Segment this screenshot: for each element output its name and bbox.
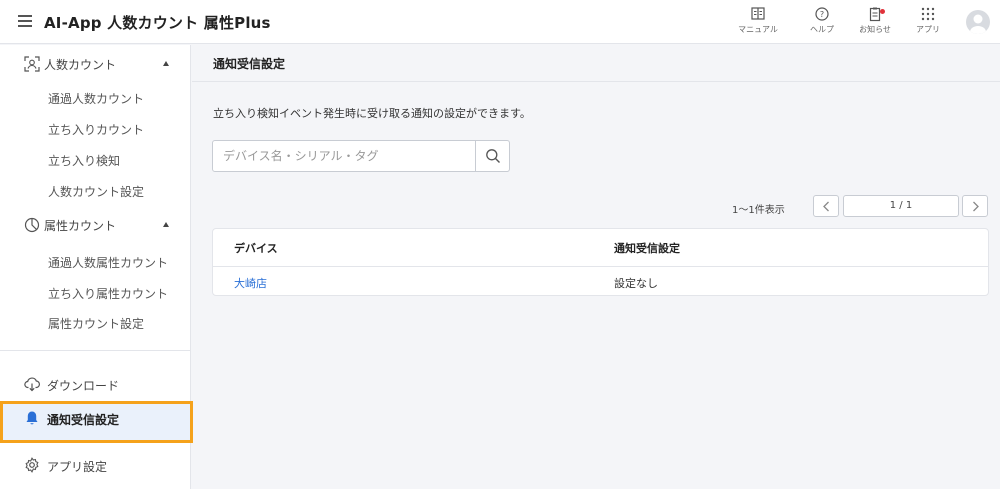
chevron-left-icon: [823, 201, 829, 212]
sidebar-item-app-settings[interactable]: アプリ設定: [0, 448, 191, 482]
attribute-count-icon: [24, 217, 40, 233]
chevron-right-icon: [973, 201, 979, 212]
user-avatar[interactable]: [966, 10, 990, 34]
pager-info: 1〜1件表示: [732, 205, 785, 216]
sidebar-section-label: 属性カウント: [44, 218, 117, 233]
sidebar-item-label: アプリ設定: [47, 460, 108, 474]
sidebar-item-notification-settings[interactable]: 通知受信設定: [0, 401, 193, 443]
search-input[interactable]: [213, 141, 475, 171]
bell-icon: [26, 411, 38, 425]
sidebar-section-label: 人数カウント: [44, 57, 117, 72]
sidebar-item-pass-attribute-count[interactable]: 通過人数属性カウント: [48, 254, 168, 271]
hamburger-menu-icon[interactable]: [18, 15, 32, 27]
people-count-icon: [24, 56, 40, 72]
grid-icon: [921, 7, 935, 21]
sidebar-section-people-count[interactable]: 人数カウント: [0, 47, 191, 81]
user-icon: [970, 14, 986, 34]
svg-text:?: ?: [820, 10, 824, 19]
sidebar-item-attribute-count-settings[interactable]: 属性カウント設定: [48, 315, 144, 332]
prev-page-button[interactable]: [813, 195, 839, 217]
help-label: ヘルプ: [810, 25, 834, 34]
sidebar-item-entry-attribute-count[interactable]: 立ち入り属性カウント: [48, 285, 168, 302]
sidebar-divider: [0, 350, 191, 351]
sidebar-item-label: 通知受信設定: [47, 413, 120, 427]
search-box: [212, 140, 510, 172]
sidebar-item-entry-detection[interactable]: 立ち入り検知: [48, 152, 120, 169]
device-table: デバイス 通知受信設定 大崎店 設定なし: [212, 228, 989, 296]
apps-button[interactable]: アプリ: [903, 6, 953, 40]
notification-dot: [880, 9, 885, 14]
sidebar-item-people-count-settings[interactable]: 人数カウント設定: [48, 183, 144, 200]
sidebar-item-entry-count[interactable]: 立ち入りカウント: [48, 121, 144, 138]
manual-button[interactable]: マニュアル: [733, 6, 783, 40]
sidebar-item-label: ダウンロード: [47, 379, 120, 393]
main-content: 通知受信設定 立ち入り検知イベント発生時に受け取る通知の設定ができます。 1〜1…: [192, 45, 1000, 489]
search-button[interactable]: [475, 141, 509, 171]
title-divider: [192, 81, 1000, 82]
table-header-notification-setting: 通知受信設定: [614, 242, 680, 255]
apps-label: アプリ: [916, 25, 940, 34]
caret-up-icon[interactable]: [163, 61, 169, 66]
help-button[interactable]: ? ヘルプ: [797, 6, 847, 40]
help-circle-icon: ?: [815, 7, 829, 21]
app-header: AI-App 人数カウント 属性Plus マニュアル ? ヘルプ お知らせ アプ…: [0, 0, 1000, 44]
sidebar-item-download[interactable]: ダウンロード: [0, 367, 191, 401]
sidebar-section-attribute-count[interactable]: 属性カウント: [0, 208, 191, 242]
gear-icon: [25, 457, 39, 473]
table-cell-device-link[interactable]: 大崎店: [234, 275, 267, 291]
news-button[interactable]: お知らせ: [850, 6, 900, 40]
sidebar-item-pass-count[interactable]: 通過人数カウント: [48, 90, 144, 107]
next-page-button[interactable]: [962, 195, 988, 217]
app-title: AI-App 人数カウント 属性Plus: [44, 14, 271, 32]
table-cell-notification-setting: 設定なし: [614, 277, 658, 290]
manual-label: マニュアル: [738, 25, 778, 34]
sidebar: 人数カウント 通過人数カウント 立ち入りカウント 立ち入り検知 人数カウント設定…: [0, 45, 193, 489]
page-field[interactable]: 1 / 1: [843, 195, 959, 217]
page-description: 立ち入り検知イベント発生時に受け取る通知の設定ができます。: [213, 107, 531, 120]
search-icon: [486, 149, 500, 163]
cloud-download-icon: [24, 377, 40, 392]
news-label: お知らせ: [859, 25, 891, 34]
page-title: 通知受信設定: [213, 57, 286, 71]
caret-up-icon[interactable]: [163, 222, 169, 227]
table-row-divider: [213, 266, 988, 267]
book-icon: [751, 7, 765, 20]
table-header-device: デバイス: [234, 242, 278, 255]
